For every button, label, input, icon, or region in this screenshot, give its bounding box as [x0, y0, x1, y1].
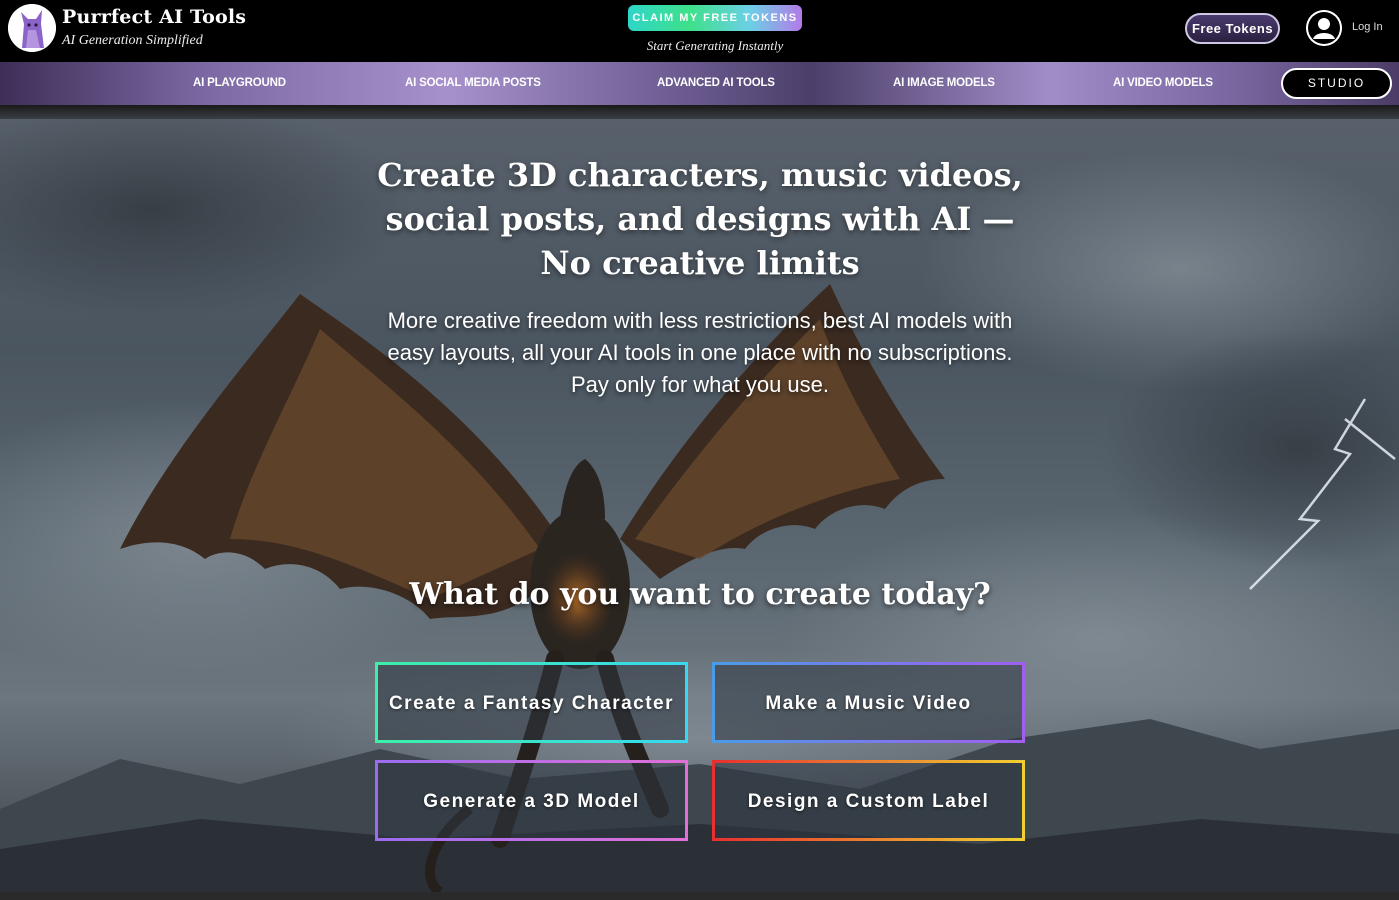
nav-divider	[0, 105, 1399, 119]
nav-item-ai-social-media-posts[interactable]: AI SOCIAL MEDIA POSTS	[405, 62, 541, 105]
generate-3d-model-button[interactable]: Generate a 3D Model	[375, 760, 688, 841]
hero-section: Create 3D characters, music videos, soci…	[0, 119, 1399, 892]
nav-item-ai-image-models[interactable]: AI IMAGE MODELS	[893, 62, 995, 105]
nav-item-advanced-ai-tools[interactable]: ADVANCED AI TOOLS	[657, 62, 775, 105]
claim-subtitle: Start Generating Instantly	[646, 38, 784, 53]
make-music-video-button[interactable]: Make a Music Video	[712, 662, 1025, 743]
brand-subtitle: AI Generation Simplified	[62, 33, 203, 48]
hero-subtext: More creative freedom with less restrict…	[387, 308, 1013, 397]
claim-free-tokens-button[interactable]: CLAIM MY FREE TOKENS	[628, 5, 802, 31]
design-custom-label-button[interactable]: Design a Custom Label	[712, 760, 1025, 841]
main-nav: AI PLAYGROUND AI SOCIAL MEDIA POSTS ADVA…	[0, 62, 1399, 105]
login-link[interactable]: Log In	[1352, 21, 1383, 33]
create-question-heading: What do you want to create today?	[409, 577, 991, 612]
top-header: Purrfect AI Tools AI Generation Simplifi…	[0, 0, 1399, 62]
hero-headline: Create 3D characters, music videos, soci…	[377, 156, 1023, 282]
brand-title[interactable]: Purrfect AI Tools	[62, 6, 246, 28]
create-fantasy-character-button[interactable]: Create a Fantasy Character	[375, 662, 688, 743]
user-avatar-icon[interactable]	[1306, 10, 1342, 46]
studio-button[interactable]: STUDIO	[1281, 68, 1392, 99]
free-tokens-button[interactable]: Free Tokens	[1185, 13, 1280, 44]
bottom-divider	[0, 892, 1399, 900]
purple-cat-logo-icon[interactable]	[8, 4, 56, 52]
nav-item-ai-playground[interactable]: AI PLAYGROUND	[193, 62, 286, 105]
nav-item-ai-video-models[interactable]: AI VIDEO MODELS	[1113, 62, 1213, 105]
